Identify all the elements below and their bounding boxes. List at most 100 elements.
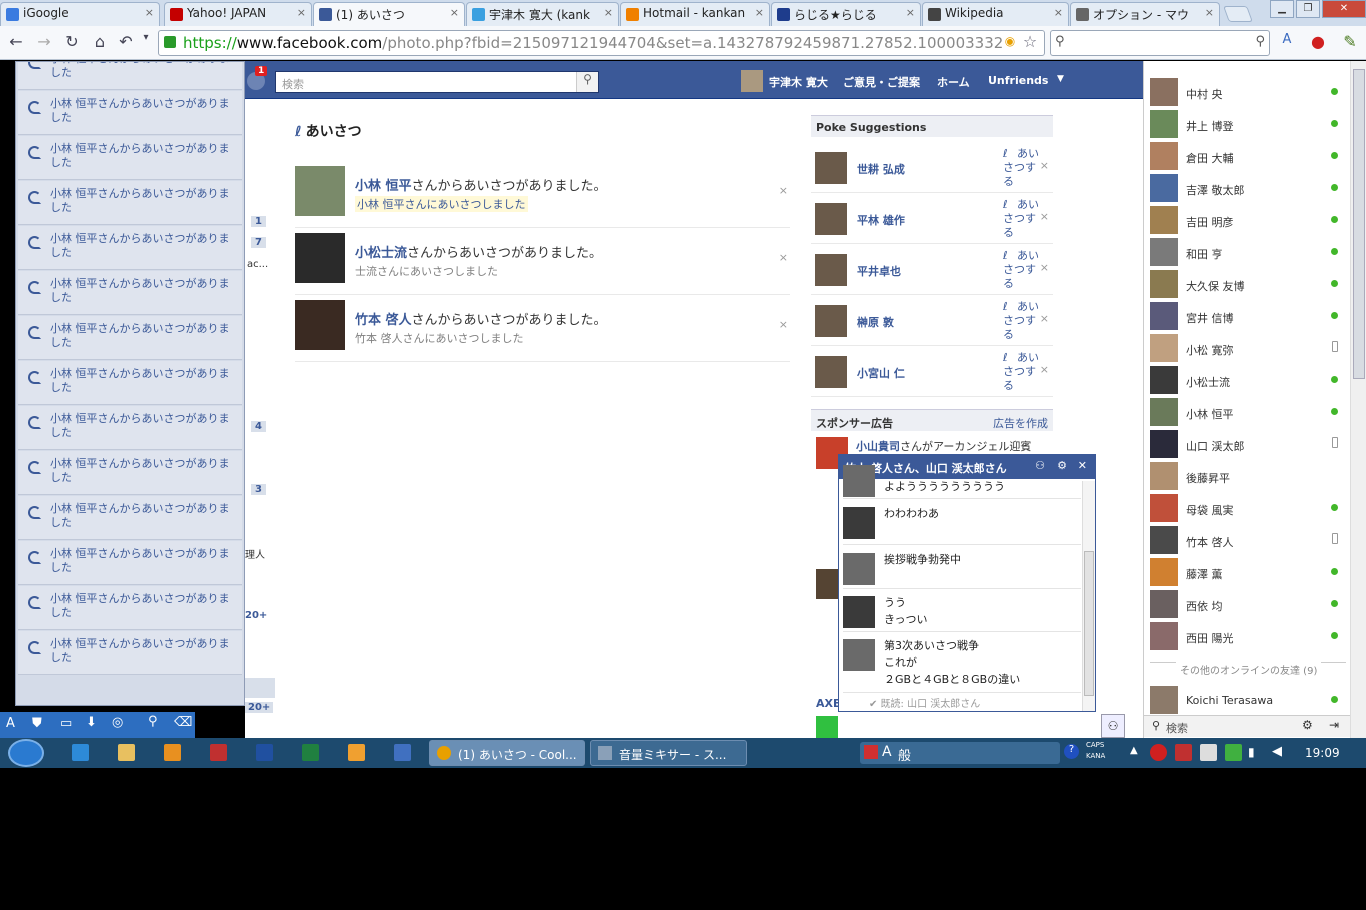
start-button[interactable]	[8, 739, 44, 767]
nav-profile-link[interactable]: 宇津木 寛大	[769, 74, 828, 90]
create-ad-link[interactable]: 広告を作成	[993, 415, 1048, 431]
task-volume-mixer[interactable]: 音量ミキサー - ス...	[590, 740, 747, 766]
chrome-icon[interactable]: ◉	[1000, 34, 1020, 48]
undo-icon[interactable]: ↶	[116, 32, 136, 51]
close-icon[interactable]: ×	[1040, 210, 1049, 223]
ime-mode-label[interactable]: 般	[898, 745, 911, 764]
add-friends-icon[interactable]: ⚇	[1035, 459, 1045, 472]
friend-row[interactable]: 宮井 信博	[1150, 302, 1346, 330]
tray-mute-icon[interactable]	[1175, 744, 1192, 761]
friend-row[interactable]: 竹本 啓人	[1150, 526, 1346, 554]
friend-row[interactable]: 小林 恒平	[1150, 398, 1346, 426]
search-go-icon[interactable]: ⚲	[1255, 34, 1265, 49]
back-icon[interactable]: ←	[6, 32, 26, 51]
ime-mode-icon[interactable]	[864, 745, 878, 759]
close-icon[interactable]: ×	[1054, 6, 1063, 19]
browser-search-box[interactable]: ⚲ ⚲	[1050, 30, 1270, 56]
avatar[interactable]	[843, 465, 875, 497]
close-icon[interactable]: ×	[779, 318, 788, 331]
friend-row[interactable]: 倉田 大輔	[1150, 142, 1346, 170]
close-icon[interactable]: ×	[1040, 363, 1049, 376]
avatar[interactable]	[815, 305, 847, 337]
avatar[interactable]	[815, 254, 847, 286]
friend-row[interactable]: 山口 渓太郎	[1150, 430, 1346, 458]
friend-row[interactable]: 小松 寛弥	[1150, 334, 1346, 362]
reload-icon[interactable]: ↻	[62, 32, 82, 51]
close-icon[interactable]: ×	[1040, 159, 1049, 172]
window-icon[interactable]: ▭	[60, 716, 72, 731]
nav-home-link[interactable]: ホーム	[937, 74, 970, 90]
notification-item[interactable]: 小林 恒平さんからあいさつがありました	[18, 631, 242, 675]
poke-action-link[interactable]: あいさつする	[1003, 351, 1039, 393]
poke-name-link[interactable]: 小松士流	[355, 246, 407, 261]
close-icon[interactable]: ×	[604, 6, 613, 19]
poke-action-link[interactable]: あいさつする	[1003, 300, 1039, 342]
new-tab-button[interactable]	[1223, 6, 1253, 22]
trash-icon[interactable]: ⌫	[174, 715, 192, 730]
browser-tab[interactable]: 宇津木 寛大 (kank ×	[466, 2, 619, 26]
friend-row[interactable]: 小松士流	[1150, 366, 1346, 394]
ime-toolbar[interactable]: A 般	[860, 742, 1060, 764]
sidebar-search-input[interactable]: 検索	[1166, 720, 1188, 736]
notification-item[interactable]: 小林 恒平さんからあいさつがありました	[18, 136, 242, 180]
mail-icon[interactable]	[348, 744, 365, 761]
avatar[interactable]	[843, 507, 875, 539]
close-icon[interactable]: ×	[297, 6, 306, 19]
address-bar[interactable]: https://www.facebook.com/photo.php?fbid=…	[158, 30, 1045, 56]
excel-icon[interactable]	[302, 744, 319, 761]
task-chrome[interactable]: (1) あいさつ - Cool...	[429, 740, 585, 766]
avatar[interactable]	[843, 553, 875, 585]
clock[interactable]: 19:09	[1305, 746, 1340, 760]
friend-row[interactable]: 吉澤 敬太郎	[1150, 174, 1346, 202]
chat-scrollbar-thumb[interactable]	[1084, 551, 1094, 696]
forward-icon[interactable]: →	[34, 32, 54, 51]
avatar[interactable]	[815, 203, 847, 235]
close-icon[interactable]: ×	[1040, 312, 1049, 325]
ad-name-link[interactable]: 小山貴司	[856, 440, 900, 453]
browser-tab[interactable]: らじる★らじる ×	[771, 2, 921, 26]
avatar[interactable]	[815, 356, 847, 388]
suggestion-name-link[interactable]: 榊原 敦	[857, 314, 894, 330]
close-icon[interactable]: ×	[1040, 261, 1049, 274]
avatar[interactable]	[295, 233, 345, 283]
browser-tab[interactable]: オプション - マウ ×	[1070, 2, 1220, 26]
magnifier-icon[interactable]: ⚲	[148, 714, 158, 729]
ie-icon[interactable]	[72, 744, 89, 761]
gear-icon[interactable]: ⚙	[1302, 718, 1313, 732]
account-menu-chevron-icon[interactable]: ▼	[1057, 74, 1064, 84]
close-icon[interactable]: ×	[755, 6, 764, 19]
close-icon[interactable]: ×	[450, 6, 459, 19]
ime-a-icon[interactable]: A	[6, 716, 15, 731]
close-icon[interactable]: ×	[145, 6, 154, 19]
ad-axe-title[interactable]: AXE	[816, 697, 841, 710]
friend-row[interactable]: 吉田 明彦	[1150, 206, 1346, 234]
notification-item[interactable]: 小林 恒平さんからあいさつがありました	[18, 181, 242, 225]
notification-item[interactable]: 小林 恒平さんからあいさつがありました	[18, 91, 242, 135]
facebook-search-input[interactable]: 検索 ⚲	[275, 71, 599, 93]
notification-item[interactable]: 小林 恒平さんからあいさつがありました	[18, 451, 242, 495]
home-icon[interactable]: ⌂	[90, 32, 110, 51]
minimize-button[interactable]: ▁	[1270, 0, 1294, 18]
friend-row[interactable]: 西依 均	[1150, 590, 1346, 618]
friend-row[interactable]: 母袋 風実	[1150, 494, 1346, 522]
close-icon[interactable]: ✕	[1078, 459, 1087, 472]
extension-icon[interactable]: ●	[1308, 32, 1328, 51]
chat-scrollbar[interactable]	[1082, 481, 1095, 711]
notification-item[interactable]: 小林 恒平さんからあいさつがありました	[18, 406, 242, 450]
close-icon[interactable]: ×	[779, 184, 788, 197]
wrench-icon[interactable]: ✎	[1340, 32, 1360, 51]
browser-tab[interactable]: Hotmail - kankan ×	[620, 2, 770, 26]
suggestion-name-link[interactable]: 平井卓也	[857, 263, 901, 279]
browser-tab[interactable]: Wikipedia ×	[922, 2, 1069, 26]
notification-item[interactable]: 小林 恒平さんからあいさつがありました	[18, 541, 242, 585]
poke-action-link[interactable]: あいさつする	[1003, 198, 1039, 240]
camera-icon[interactable]: ◎	[112, 715, 123, 730]
notification-item[interactable]: 小林 恒平さんからあいさつがありました	[18, 496, 242, 540]
browser-tab[interactable]: iGoogle ×	[0, 2, 160, 26]
friend-row[interactable]: 藤澤 薫	[1150, 558, 1346, 586]
notification-item[interactable]: 小林 恒平さんからあいさつがありました	[18, 586, 242, 630]
window-switch-icon[interactable]	[394, 744, 411, 761]
translate-icon[interactable]: A	[1277, 32, 1297, 47]
poke-name-link[interactable]: 竹本 啓人	[355, 313, 412, 328]
poke-action-link[interactable]: あいさつする	[1003, 147, 1039, 189]
